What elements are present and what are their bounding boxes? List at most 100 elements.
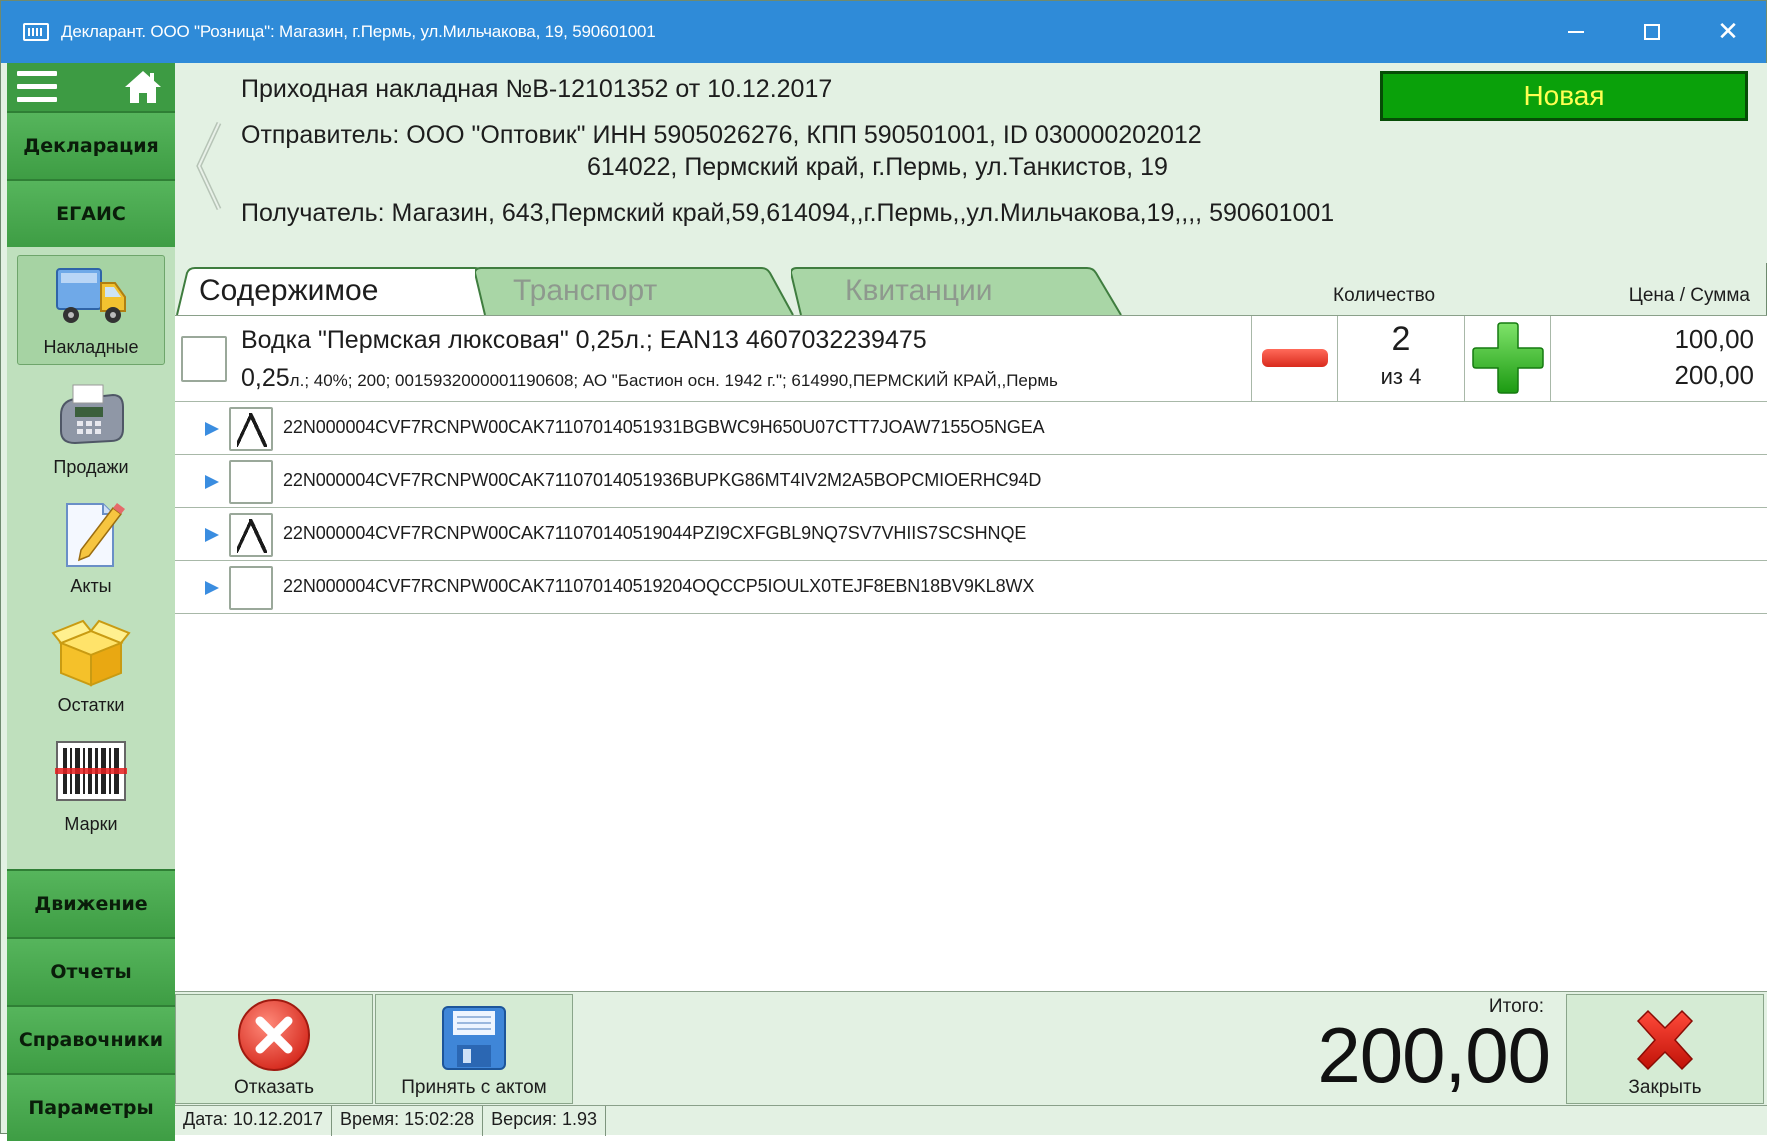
sidebar-item-label: Накладные [43,337,139,357]
status-time: Время: 15:02:28 [332,1106,484,1136]
mark-checkbox[interactable] [229,566,273,610]
quantity-total: из 4 [1380,364,1422,389]
sidebar-section-references[interactable]: Справочники [7,1005,175,1073]
mark-row[interactable]: 22N000004CVF7RCNPW00CAK71107014051936BUP… [175,455,1767,508]
tab-label: Содержимое [199,274,379,307]
sender-line: Отправитель: ООО "Оптовик" ИНН 590502627… [241,121,1202,150]
tab-label: Квитанции [845,274,993,307]
expand-arrow-icon[interactable] [205,422,219,436]
close-button[interactable]: Закрыть [1566,994,1764,1104]
sidebar-section-reports[interactable]: Отчеты [7,937,175,1005]
sender-value: ООО "Оптовик" ИНН 5905026276, КПП 590501… [406,121,1202,149]
sidebar-section-parameters[interactable]: Параметры [7,1073,175,1141]
mark-row[interactable]: 22N000004CVF7RCNPW00CAK71107014051931BGB… [175,402,1767,455]
sidebar-section-egais[interactable]: ЕГАИС [7,179,175,247]
tab-contents[interactable]: Содержимое [175,267,515,315]
sidebar-item-label: Продажи [53,457,129,477]
expand-arrow-icon[interactable] [205,475,219,489]
quantity-stepper: 2 из 4 [1251,316,1551,401]
mark-checkbox[interactable] [229,460,273,504]
sidebar-item-marks[interactable]: Марки [17,731,165,841]
quantity-value: 2 [1391,320,1411,358]
close-x-icon [1636,1009,1694,1071]
mark-code: 22N000004CVF7RCNPW00CAK711070140519044PZ… [283,523,1027,543]
reject-button[interactable]: Отказать [175,994,373,1104]
sender-label: Отправитель: [241,121,400,149]
window-controls: ✕ [1538,1,1766,63]
sidebar-items: Накладные Продажи Акты Остатки Марки [7,247,175,869]
invoice-title: Приходная накладная №В-12101352 от 10.12… [241,75,833,103]
accept-with-act-label: Принять с актом [401,1077,547,1098]
sidebar-item-label: Остатки [57,695,125,715]
close-window-button[interactable]: ✕ [1690,1,1766,63]
mark-code: 22N000004CVF7RCNPW00CAK71107014051936BUP… [283,470,1042,490]
increase-quantity-button[interactable] [1464,316,1552,401]
receiver-value: Магазин, 643,Пермский край,59,614094,,г.… [391,199,1335,227]
expand-arrow-icon[interactable] [205,528,219,542]
sidebar-section-movement[interactable]: Движение [7,869,175,937]
product-details-text: л.; 40%; 200; 0015932000001190608; АО "Б… [289,371,1058,390]
sidebar-item-invoices[interactable]: Накладные [17,255,165,365]
receiver-label: Получатель: [241,199,385,227]
tab-bar: Содержимое Транспорт Квитанции Количеств… [175,263,1767,315]
sidebar-item-stock[interactable]: Остатки [17,612,165,722]
tab-transport[interactable]: Транспорт [475,267,815,315]
minus-icon [1262,349,1328,367]
sidebar-item-label: Марки [64,814,118,834]
reject-icon [238,999,310,1071]
hamburger-menu-icon[interactable] [17,71,57,105]
back-chevron-icon[interactable] [193,121,223,211]
app-window: Декларант. ООО "Розница": Магазин, г.Пер… [0,0,1767,1141]
mark-checkbox[interactable] [229,407,273,451]
mark-code: 22N000004CVF7RCNPW00CAK711070140519204OQ… [283,576,1035,596]
sender-address: 614022, Пермский край, г.Пермь, ул.Танки… [587,153,1168,181]
decrease-quantity-button[interactable] [1252,316,1338,401]
window-title: Декларант. ООО "Розница": Магазин, г.Пер… [61,22,656,41]
home-icon[interactable] [123,67,163,107]
column-header-quantity: Количество [1333,285,1436,306]
accept-with-act-button[interactable]: Принять с актом [375,994,573,1104]
minimize-icon [1568,31,1584,33]
product-price: 100,00 [1674,324,1754,354]
barcode-icon [55,741,127,801]
app-icon [23,23,49,41]
sidebar-item-acts[interactable]: Акты [17,493,165,603]
product-name: Водка "Пермская люксовая" 0,25л.; EAN13 … [241,326,927,354]
product-checkbox[interactable] [181,336,227,382]
invoice-contents: Водка "Пермская люксовая" 0,25л.; EAN13 … [175,315,1767,991]
total-value: 200,00 [1317,1011,1551,1099]
product-details: 0,25л.; 40%; 200; 0015932000001190608; А… [241,364,1321,393]
product-sum: 200,00 [1674,360,1754,390]
box-icon [51,619,131,687]
sidebar-item-label: Акты [70,576,112,596]
tab-receipts[interactable]: Квитанции [791,267,1131,315]
status-badge: Новая [1380,71,1748,121]
sidebar-item-sales[interactable]: Продажи [17,374,165,484]
mark-row[interactable]: 22N000004CVF7RCNPW00CAK711070140519044PZ… [175,508,1767,561]
maximize-button[interactable] [1614,1,1690,63]
truck-icon [56,268,126,323]
close-icon: ✕ [1717,17,1739,47]
sidebar-bottom-sections: Движение Отчеты Справочники Параметры [7,869,175,1141]
status-version: Версия: 1.93 [483,1106,607,1136]
status-bar: Дата: 10.12.2017 Время: 15:02:28 Версия:… [175,1105,1767,1136]
reject-label: Отказать [233,1077,315,1098]
column-header-price-sum: Цена / Сумма [1628,285,1750,306]
mark-checkbox[interactable] [229,513,273,557]
bottom-action-bar: Отказать Принять с актом Итого: 200,00 З… [175,991,1767,1105]
maximize-icon [1644,24,1660,40]
tab-label: Транспорт [513,274,658,307]
expand-arrow-icon[interactable] [205,581,219,595]
status-date: Дата: 10.12.2017 [175,1106,332,1136]
sidebar-top-row [7,63,175,111]
product-row[interactable]: Водка "Пермская люксовая" 0,25л.; EAN13 … [175,316,1767,402]
mark-row[interactable]: 22N000004CVF7RCNPW00CAK711070140519204OQ… [175,561,1767,614]
close-label: Закрыть [1628,1077,1702,1098]
product-volume: 0,25 [241,364,290,392]
sidebar-section-declaration[interactable]: Декларация [7,111,175,179]
invoice-header: Приходная накладная №В-12101352 от 10.12… [175,63,1767,263]
minimize-button[interactable] [1538,1,1614,63]
receiver-line: Получатель: Магазин, 643,Пермский край,5… [241,199,1334,228]
mark-code: 22N000004CVF7RCNPW00CAK71107014051931BGB… [283,417,1045,437]
payment-terminal-icon [60,384,124,445]
